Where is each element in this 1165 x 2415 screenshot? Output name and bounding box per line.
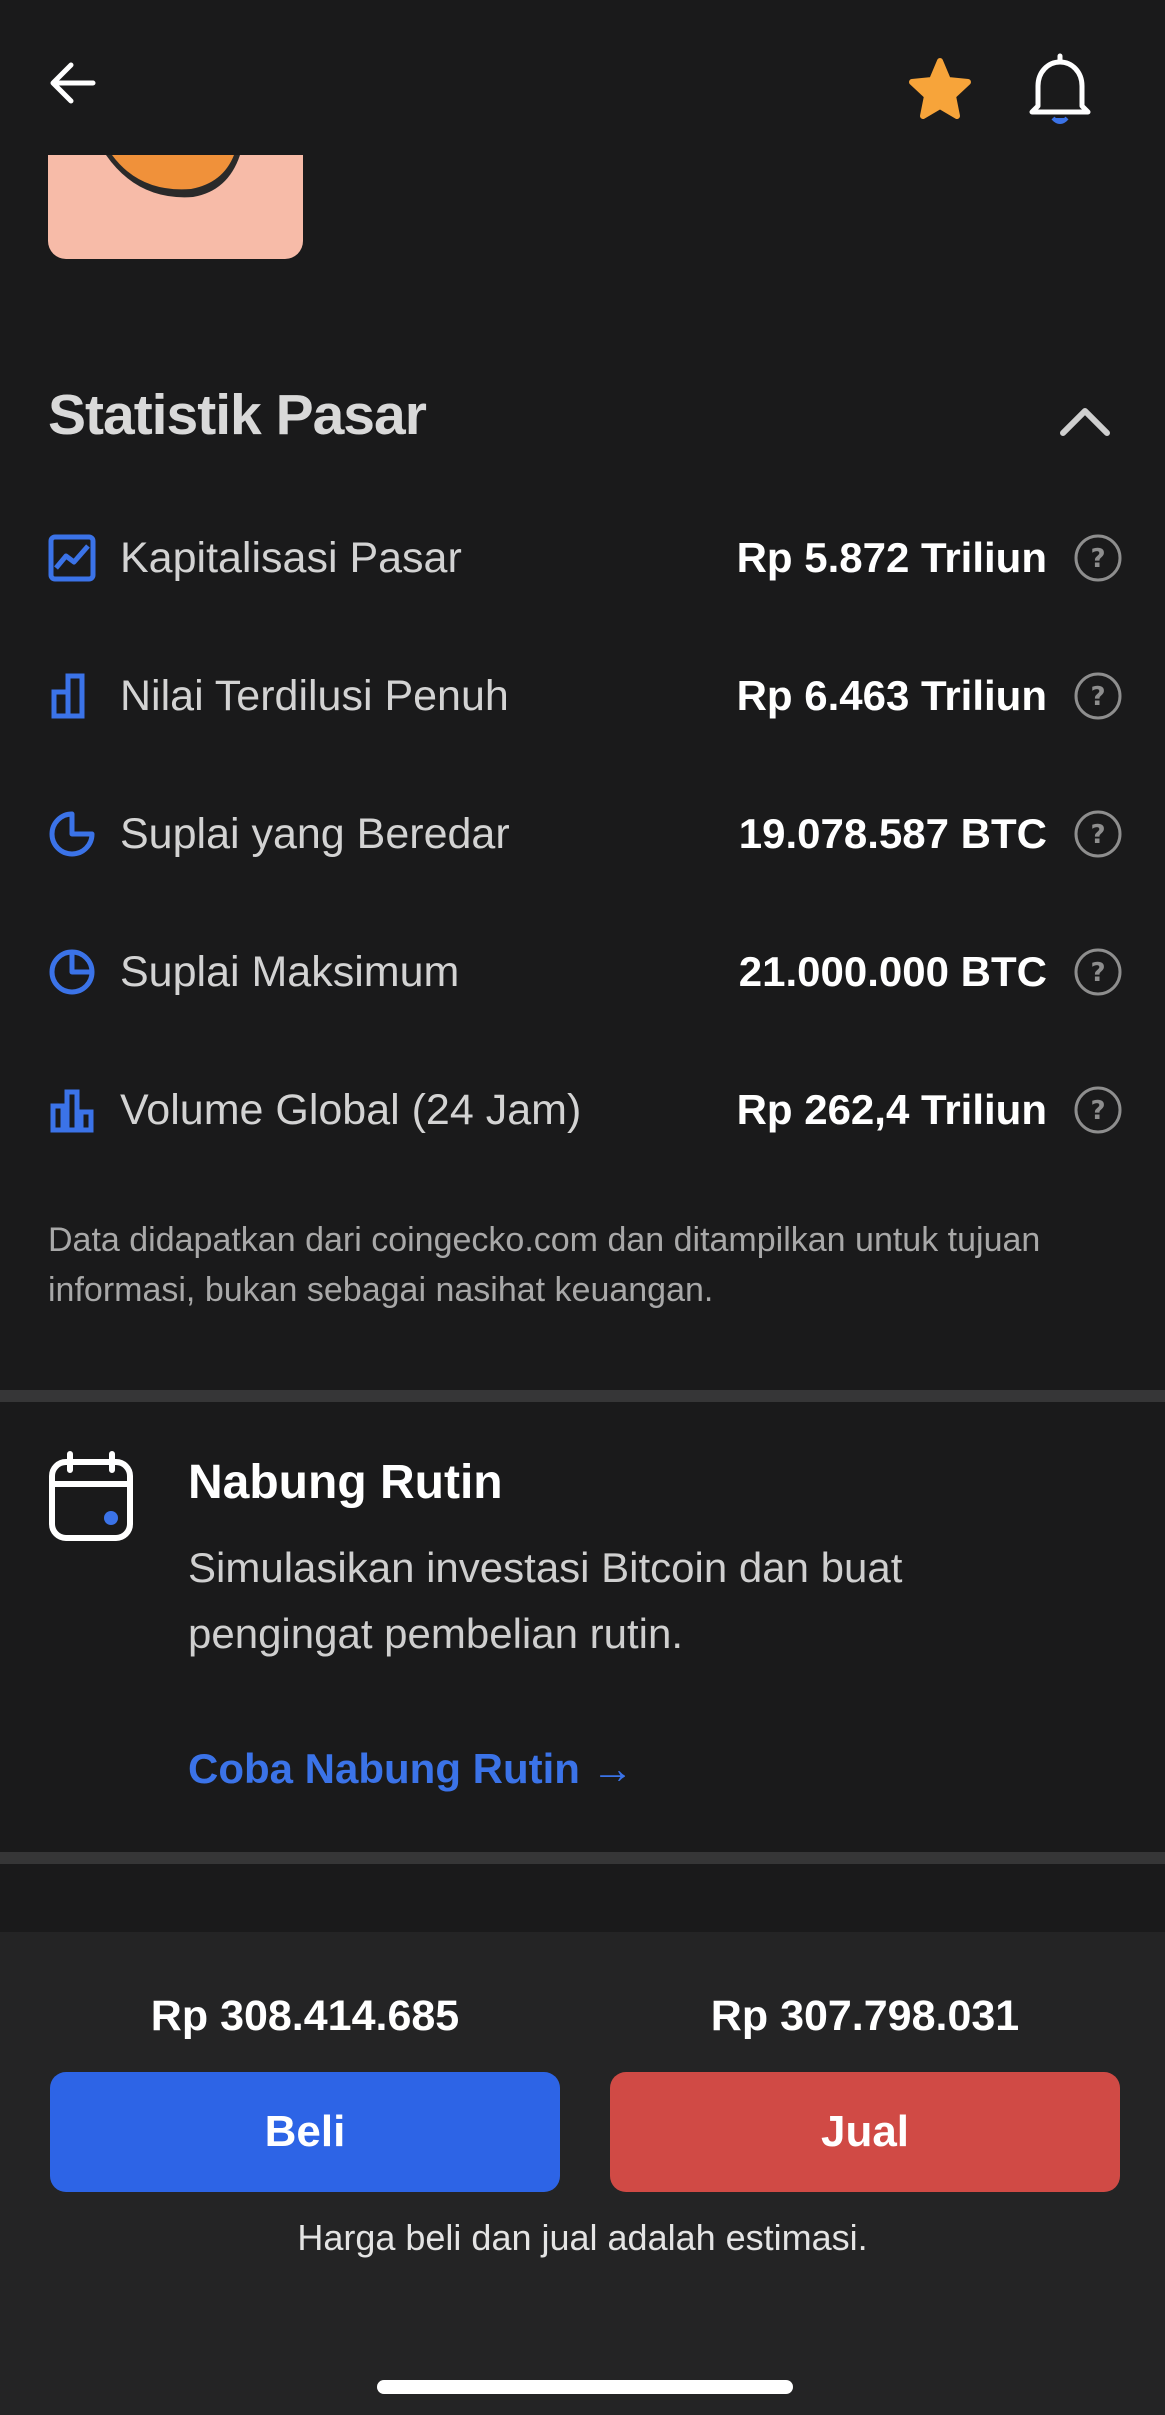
help-icon[interactable]: ?	[1073, 947, 1123, 997]
stat-row-circulating-supply: Suplai yang Beredar 19.078.587 BTC ?	[48, 794, 1123, 874]
pie-chart-icon	[49, 811, 95, 857]
notification-button[interactable]	[1020, 50, 1100, 130]
clock-pie-icon	[49, 949, 95, 995]
help-icon[interactable]: ?	[1073, 533, 1123, 583]
stat-row-fully-diluted: Nilai Terdilusi Penuh Rp 6.463 Triliun ?	[48, 656, 1123, 736]
nabung-title: Nabung Rutin	[188, 1456, 503, 1509]
stat-value: Rp 262,4 Triliun	[736, 1086, 1047, 1133]
svg-text:?: ?	[1090, 958, 1105, 988]
stat-label: Volume Global (24 Jam)	[120, 1085, 582, 1134]
volume-bars-icon	[50, 1089, 94, 1133]
section-divider	[0, 1852, 1165, 1864]
stat-value: Rp 5.872 Triliun	[736, 534, 1047, 581]
estimate-note: Harga beli dan jual adalah estimasi.	[297, 2217, 868, 2258]
bar-chart-icon	[51, 673, 85, 719]
bell-icon	[1029, 53, 1091, 124]
back-button[interactable]	[40, 50, 106, 116]
help-icon[interactable]: ?	[1073, 671, 1123, 721]
svg-text:?: ?	[1090, 544, 1105, 574]
line-chart-icon	[48, 534, 96, 582]
help-icon[interactable]: ?	[1073, 809, 1123, 859]
collapse-button[interactable]	[1055, 395, 1115, 445]
buy-button[interactable]: Beli	[50, 2072, 560, 2192]
stat-label: Kapitalisasi Pasar	[120, 533, 462, 582]
stat-value: 19.078.587 BTC	[738, 810, 1047, 857]
svg-text:?: ?	[1090, 682, 1105, 712]
calendar-icon	[49, 1451, 133, 1541]
svg-text:?: ?	[1090, 820, 1105, 850]
top-bar	[0, 0, 1165, 160]
buy-price: Rp 308.414.685	[150, 1992, 460, 2040]
sell-button[interactable]: Jual	[610, 2072, 1120, 2192]
data-source-disclaimer: Data didapatkan dari coingecko.com dan d…	[48, 1221, 1041, 1309]
stat-value: 21.000.000 BTC	[738, 948, 1047, 995]
help-icon[interactable]: ?	[1073, 1085, 1123, 1135]
coin-illustration	[48, 155, 303, 259]
stat-value: Rp 6.463 Triliun	[736, 672, 1047, 719]
stat-label: Suplai yang Beredar	[120, 809, 510, 858]
arrow-left-icon	[50, 62, 96, 104]
try-nabung-link[interactable]: Coba Nabung Rutin →	[188, 1745, 634, 1793]
favorite-button[interactable]	[905, 55, 975, 125]
stat-row-market-cap: Kapitalisasi Pasar Rp 5.872 Triliun ?	[48, 518, 1123, 598]
home-indicator[interactable]	[377, 2380, 793, 2394]
trade-panel: Rp 308.414.685 Rp 307.798.031 Beli Jual …	[0, 1932, 1165, 2415]
chevron-up-icon	[1060, 408, 1110, 436]
nabung-description: Simulasikan investasi Bitcoin dan buat p…	[188, 1544, 903, 1657]
stat-row-global-volume: Volume Global (24 Jam) Rp 262,4 Triliun …	[48, 1070, 1123, 1150]
sell-price: Rp 307.798.031	[710, 1992, 1020, 2040]
section-divider	[0, 1390, 1165, 1402]
stat-row-max-supply: Suplai Maksimum 21.000.000 BTC ?	[48, 932, 1123, 1012]
stat-label: Suplai Maksimum	[120, 947, 460, 996]
section-title: Statistik Pasar	[48, 383, 427, 447]
svg-text:?: ?	[1090, 1096, 1105, 1126]
star-icon	[909, 58, 971, 119]
stat-label: Nilai Terdilusi Penuh	[120, 671, 509, 720]
